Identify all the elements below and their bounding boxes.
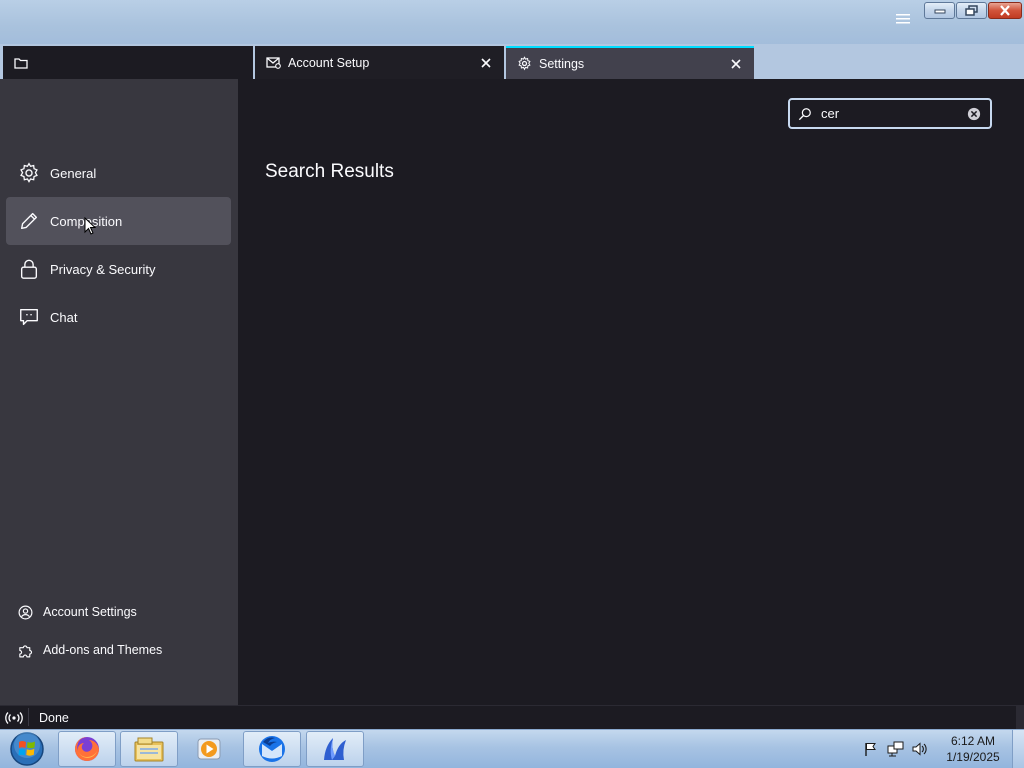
sidebar-item-chat[interactable]: Chat <box>6 293 231 341</box>
tab-settings[interactable]: Settings <box>506 46 754 79</box>
sidebar-item-label: General <box>50 165 97 181</box>
gear-icon <box>516 56 532 72</box>
thunderbird-icon <box>259 736 285 762</box>
system-tray <box>862 730 934 768</box>
resize-handle[interactable] <box>1016 706 1024 730</box>
taskbar-clock[interactable]: 6:12 AM 1/19/2025 <box>934 733 1012 765</box>
puzzle-icon <box>16 641 34 659</box>
taskbar-media-player[interactable] <box>180 731 238 767</box>
search-icon <box>797 106 813 122</box>
show-desktop-button[interactable] <box>1012 730 1024 768</box>
settings-search-box[interactable] <box>788 98 992 129</box>
status-text: Done <box>39 710 69 725</box>
taskbar-app[interactable] <box>306 731 364 767</box>
hamburger-menu-icon[interactable] <box>895 12 911 28</box>
firefox-icon <box>75 737 99 761</box>
restore-icon <box>965 5 978 16</box>
media-player-icon <box>197 738 221 760</box>
settings-search-input[interactable] <box>819 105 966 122</box>
clock-date: 1/19/2025 <box>946 750 1000 764</box>
lock-icon <box>17 257 41 281</box>
gear-icon <box>17 161 41 185</box>
start-button[interactable] <box>5 731 49 767</box>
mouse-cursor-icon <box>84 217 96 235</box>
network-icon[interactable] <box>886 740 904 758</box>
clock-time: 6:12 AM <box>950 734 996 748</box>
status-bar: Done <box>0 705 1024 730</box>
close-icon <box>481 57 491 68</box>
sidebar-addons-themes[interactable]: Add-ons and Themes <box>10 635 162 665</box>
settings-sidebar: General Composition Privacy & Security C… <box>0 79 238 705</box>
status-divider <box>28 708 29 726</box>
sidebar-item-label: Chat <box>50 309 78 325</box>
window-controls <box>924 2 1023 20</box>
sidebar-footer-label: Account Settings <box>43 605 137 619</box>
window-titlebar <box>0 0 1024 44</box>
page-title: Search Results <box>265 161 394 182</box>
clear-icon <box>967 107 981 120</box>
sidebar-account-settings[interactable]: Account Settings <box>10 597 137 627</box>
file-explorer-icon <box>134 737 164 762</box>
taskbar-firefox[interactable] <box>58 731 116 767</box>
tab-account-setup[interactable]: Account Setup <box>255 46 504 79</box>
settings-main: Search Results <box>238 79 1024 705</box>
tab-strip: Account Setup Settings <box>0 44 1024 79</box>
tab-folder[interactable] <box>3 46 253 79</box>
restore-button[interactable] <box>956 2 987 19</box>
action-center-flag-icon[interactable] <box>862 740 880 758</box>
minimize-button[interactable] <box>924 2 955 19</box>
close-icon <box>1000 5 1010 16</box>
volume-icon[interactable] <box>910 740 928 758</box>
sidebar-item-general[interactable]: General <box>6 149 231 197</box>
tab-close-button[interactable] <box>476 53 496 73</box>
sidebar-item-label: Privacy & Security <box>50 261 156 277</box>
tab-close-button[interactable] <box>726 54 746 74</box>
tab-label: Settings <box>539 56 585 71</box>
sidebar-footer-label: Add-ons and Themes <box>43 643 163 657</box>
close-window-button[interactable] <box>988 2 1022 19</box>
taskbar-file-explorer[interactable] <box>120 731 178 767</box>
close-icon <box>731 58 741 69</box>
online-status-icon[interactable] <box>5 709 23 727</box>
folder-icon <box>13 55 29 71</box>
minimize-icon <box>934 9 945 13</box>
sidebar-item-composition[interactable]: Composition <box>6 197 231 245</box>
windows-logo-icon <box>10 732 44 766</box>
tab-label: Account Setup <box>288 55 370 70</box>
taskbar-thunderbird[interactable] <box>243 731 301 767</box>
mail-setup-icon <box>265 55 281 71</box>
pencil-icon <box>17 209 41 233</box>
chat-bubble-icon <box>17 305 41 329</box>
taskbar: 6:12 AM 1/19/2025 <box>0 729 1024 768</box>
app-icon <box>324 738 346 760</box>
account-gear-icon <box>16 603 34 621</box>
sidebar-item-privacy-security[interactable]: Privacy & Security <box>6 245 231 293</box>
clear-search-button[interactable] <box>966 106 982 122</box>
